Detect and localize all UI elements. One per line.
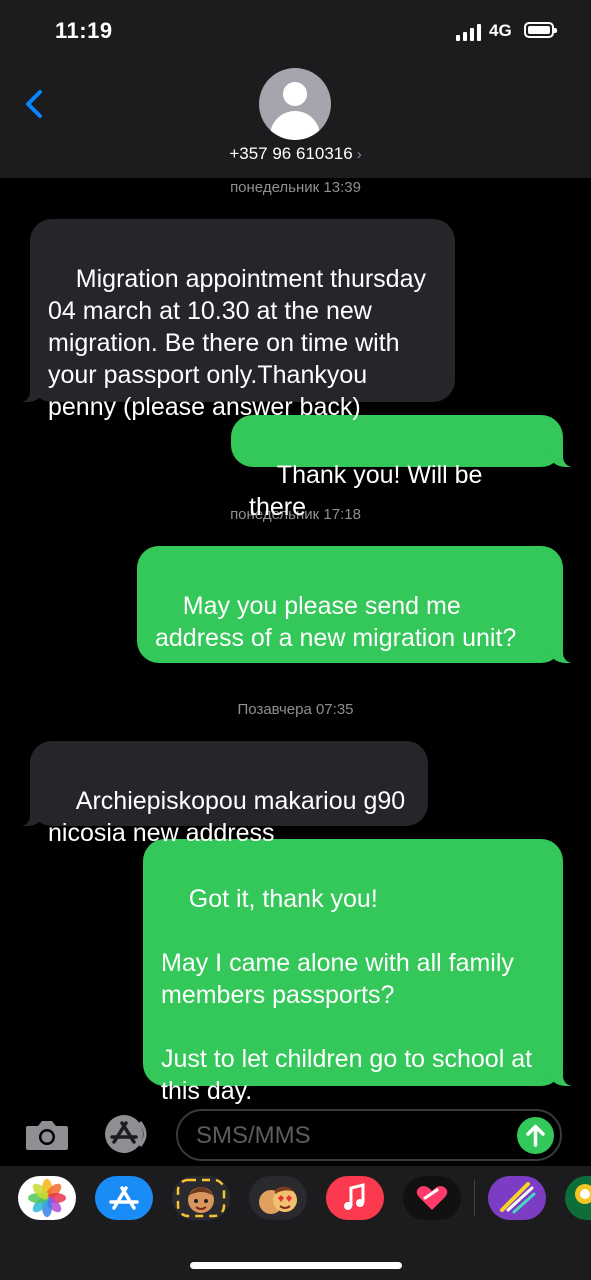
- pool-game-icon[interactable]: [565, 1176, 591, 1220]
- outgoing-message[interactable]: Got it, thank you! May I came alone with…: [143, 839, 581, 1105]
- photos-app-icon[interactable]: [18, 1176, 76, 1220]
- stickers-icon[interactable]: [488, 1176, 546, 1220]
- avatar[interactable]: [259, 68, 331, 140]
- signal-icon: [456, 23, 482, 41]
- arrow-up-icon: [526, 1124, 545, 1147]
- app-strip: [0, 1166, 591, 1280]
- compose-bar: SMS/MMS: [0, 1100, 591, 1166]
- app-strip-divider: [474, 1180, 475, 1216]
- outgoing-message[interactable]: Thank you! Will be there: [231, 415, 581, 521]
- outgoing-message[interactable]: May you please send me address of a new …: [137, 546, 581, 663]
- status-time: 11:19: [55, 18, 113, 43]
- message-input-placeholder: SMS/MMS: [196, 1122, 311, 1149]
- timestamp: понедельник 13:39: [230, 179, 361, 196]
- chevron-right-icon: ›: [356, 146, 362, 163]
- home-indicator: [190, 1262, 402, 1269]
- message-text: Migration appointment thursday 04 march …: [48, 265, 433, 421]
- camera-icon[interactable]: [24, 1118, 70, 1152]
- back-icon[interactable]: [18, 84, 54, 124]
- message-input[interactable]: SMS/MMS: [176, 1109, 562, 1161]
- animoji-icon[interactable]: [249, 1176, 307, 1220]
- message-text: Got it, thank you! May I came alone with…: [161, 885, 533, 1105]
- memoji-icon[interactable]: [172, 1176, 230, 1220]
- incoming-message[interactable]: Migration appointment thursday 04 march …: [12, 219, 455, 421]
- message-text: Archiepiskopou makariou g90 nicosia new …: [48, 787, 413, 847]
- music-icon[interactable]: [326, 1176, 384, 1220]
- contact-name[interactable]: +357 96 610316 ›: [0, 144, 591, 164]
- contact-number: +357 96 610316: [229, 144, 353, 163]
- digital-touch-icon[interactable]: [403, 1176, 461, 1220]
- timestamp: Позавчера 07:35: [237, 701, 354, 718]
- message-text: May you please send me address of a new …: [155, 592, 517, 652]
- network-type: 4G: [489, 21, 512, 40]
- send-button[interactable]: [517, 1117, 554, 1154]
- battery-icon: [524, 22, 557, 38]
- status-bar: 11:19 4G: [0, 0, 591, 64]
- conversation-header: +357 96 610316 ›: [0, 64, 591, 178]
- app-store-button-icon[interactable]: [100, 1114, 150, 1154]
- incoming-message[interactable]: Archiepiskopou makariou g90 nicosia new …: [12, 741, 428, 847]
- app-store-icon[interactable]: [95, 1176, 153, 1220]
